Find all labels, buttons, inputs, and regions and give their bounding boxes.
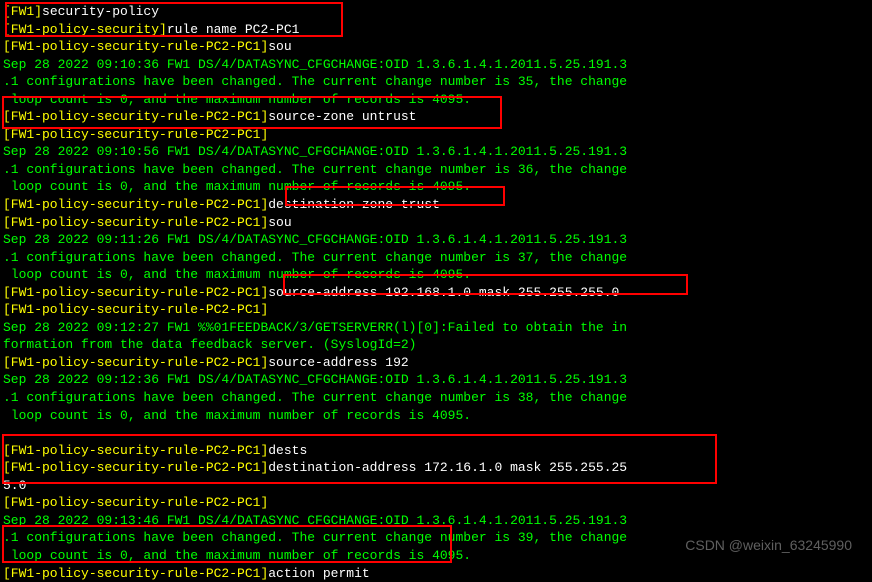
terminal-line: Sep 28 2022 09:10:56 FW1 DS/4/DATASYNC_C…: [3, 143, 869, 161]
terminal-line: [FW1-policy-security]rule name PC2-PC1: [3, 21, 869, 39]
terminal-line: [FW1-policy-security-rule-PC2-PC1]sou: [3, 214, 869, 232]
terminal-line: [FW1-policy-security-rule-PC2-PC1]destin…: [3, 196, 869, 214]
prompt: [FW1-policy-security-rule-PC2-PC1]: [3, 566, 268, 581]
command: source-address 192.168.1.0 mask 255.255.…: [268, 285, 619, 300]
prompt: [FW1-policy-security-rule-PC2-PC1]: [3, 302, 268, 317]
terminal-line: 5.0: [3, 477, 869, 495]
terminal-line: [FW1-policy-security-rule-PC2-PC1]sou: [3, 38, 869, 56]
command: sou: [268, 215, 291, 230]
prompt: [FW1]: [3, 4, 42, 19]
command: action permit: [268, 566, 369, 581]
prompt: [FW1-policy-security-rule-PC2-PC1]: [3, 495, 268, 510]
terminal-line: [FW1-policy-security-rule-PC2-PC1]source…: [3, 108, 869, 126]
terminal-output[interactable]: [FW1]security-policy[FW1-policy-security…: [3, 3, 869, 582]
terminal-line: .1 configurations have been changed. The…: [3, 161, 869, 179]
prompt: [FW1-policy-security-rule-PC2-PC1]: [3, 355, 268, 370]
prompt: [FW1-policy-security-rule-PC2-PC1]: [3, 443, 268, 458]
command: rule name PC2-PC1: [167, 22, 300, 37]
terminal-line: Sep 28 2022 09:11:26 FW1 DS/4/DATASYNC_C…: [3, 231, 869, 249]
terminal-line: [FW1-policy-security-rule-PC2-PC1]: [3, 126, 869, 144]
terminal-line: .1 configurations have been changed. The…: [3, 249, 869, 267]
terminal-line: loop count is 0, and the maximum number …: [3, 407, 869, 425]
prompt: [FW1-policy-security-rule-PC2-PC1]: [3, 460, 268, 475]
prompt: [FW1-policy-security-rule-PC2-PC1]: [3, 285, 268, 300]
terminal-line: Sep 28 2022 09:13:46 FW1 DS/4/DATASYNC_C…: [3, 512, 869, 530]
terminal-line: loop count is 0, and the maximum number …: [3, 178, 869, 196]
terminal-line: [FW1-policy-security-rule-PC2-PC1]source…: [3, 354, 869, 372]
terminal-line: [FW1-policy-security-rule-PC2-PC1]destin…: [3, 459, 869, 477]
terminal-line: [FW1-policy-security-rule-PC2-PC1]: [3, 301, 869, 319]
command: destination-zone trust: [268, 197, 440, 212]
terminal-line: .1 configurations have been changed. The…: [3, 389, 869, 407]
prompt: [FW1-policy-security-rule-PC2-PC1]: [3, 109, 268, 124]
terminal-line: [3, 424, 869, 442]
terminal-line: loop count is 0, and the maximum number …: [3, 266, 869, 284]
terminal-line: [FW1-policy-security-rule-PC2-PC1]: [3, 494, 869, 512]
command: destination-address 172.16.1.0 mask 255.…: [268, 460, 627, 475]
prompt: [FW1-policy-security-rule-PC2-PC1]: [3, 39, 268, 54]
terminal-line: formation from the data feedback server.…: [3, 336, 869, 354]
command: source-address 192: [268, 355, 408, 370]
terminal-line: .1 configurations have been changed. The…: [3, 73, 869, 91]
command: sou: [268, 39, 291, 54]
terminal-line: [FW1-policy-security-rule-PC2-PC1]action…: [3, 565, 869, 582]
prompt: [FW1-policy-security-rule-PC2-PC1]: [3, 197, 268, 212]
terminal-line: Sep 28 2022 09:10:36 FW1 DS/4/DATASYNC_C…: [3, 56, 869, 74]
terminal-line: Sep 28 2022 09:12:36 FW1 DS/4/DATASYNC_C…: [3, 371, 869, 389]
prompt: [FW1-policy-security-rule-PC2-PC1]: [3, 215, 268, 230]
command: security-policy: [42, 4, 159, 19]
prompt: [FW1-policy-security]: [3, 22, 167, 37]
terminal-line: loop count is 0, and the maximum number …: [3, 91, 869, 109]
command: source-zone untrust: [268, 109, 416, 124]
terminal-line: [FW1-policy-security-rule-PC2-PC1]dests: [3, 442, 869, 460]
prompt: [FW1-policy-security-rule-PC2-PC1]: [3, 127, 268, 142]
terminal-line: [FW1]security-policy: [3, 3, 869, 21]
command: dests: [268, 443, 307, 458]
terminal-line: Sep 28 2022 09:12:27 FW1 %%01FEEDBACK/3/…: [3, 319, 869, 337]
watermark: CSDN @weixin_63245990: [685, 536, 852, 555]
terminal-line: [FW1-policy-security-rule-PC2-PC1]source…: [3, 284, 869, 302]
